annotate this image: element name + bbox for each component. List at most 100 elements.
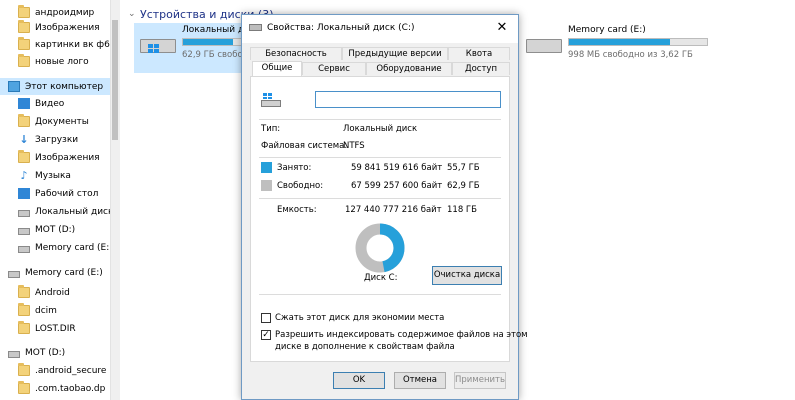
- compress-label[interactable]: Сжать этот диск для экономии места: [275, 313, 444, 323]
- sidebar-item-label: Memory card (E:): [35, 242, 110, 253]
- cancel-button[interactable]: Отмена: [394, 372, 446, 389]
- sidebar-item[interactable]: LOST.DIR: [0, 320, 110, 337]
- volume-name-input[interactable]: [315, 91, 501, 108]
- index-label-line2[interactable]: диске в дополнение к свойствам файла: [275, 342, 455, 352]
- sidebar-item[interactable]: Memory card (E:): [0, 239, 110, 256]
- properties-dialog: Свойства: Локальный диск (C:) ✕ Безопасн…: [241, 14, 528, 400]
- index-checkbox[interactable]: ✓: [261, 330, 271, 340]
- sidebar-item[interactable]: Изображения: [0, 149, 110, 166]
- sidebar-item-label: Видео: [35, 98, 65, 109]
- separator: [259, 119, 501, 120]
- chevron-down-icon[interactable]: ⌄: [128, 9, 136, 19]
- disk-label: Диск C:: [364, 273, 398, 283]
- sidebar-item[interactable]: ↓ Загрузки: [0, 131, 110, 148]
- folder-icon: [18, 37, 30, 50]
- dialog-titlebar[interactable]: Свойства: Локальный диск (C:) ✕: [242, 15, 518, 43]
- drive-icon: [249, 24, 262, 31]
- ok-button[interactable]: OK: [333, 372, 385, 389]
- tab-panel-general: Тип: Локальный диск Файловая система: NT…: [250, 76, 528, 362]
- folder-icon: [18, 285, 30, 298]
- documents-icon: [18, 114, 30, 127]
- close-icon[interactable]: ✕: [492, 19, 512, 37]
- type-label: Тип:: [261, 124, 281, 134]
- apply-button[interactable]: Применить: [454, 372, 506, 389]
- sidebar-item[interactable]: dcim: [0, 302, 110, 319]
- filesystem-value: NTFS: [343, 141, 365, 151]
- downloads-icon: ↓: [19, 133, 29, 146]
- sidebar-item[interactable]: новые лого: [0, 53, 110, 70]
- sidebar-item-label: dcim: [35, 305, 57, 316]
- sidebar-item-label: MOT (D:): [25, 347, 66, 358]
- separator: [259, 198, 501, 199]
- disk-usage-donut: [355, 223, 405, 273]
- sidebar-item[interactable]: MOT (D:): [0, 221, 110, 238]
- used-space-swatch: [261, 162, 272, 173]
- nav-scrollbar-thumb[interactable]: [112, 20, 118, 140]
- index-label-line1[interactable]: Разрешить индексировать содержимое файло…: [275, 330, 528, 340]
- sidebar-item[interactable]: .com.taobao.dp: [0, 380, 110, 397]
- sidebar-item[interactable]: Рабочий стол: [0, 185, 110, 202]
- sidebar-item[interactable]: .android_secure: [0, 362, 110, 379]
- folder-icon: [18, 363, 30, 376]
- sidebar-item[interactable]: ♪ Музыка: [0, 167, 110, 184]
- tab-security[interactable]: Безопасность: [250, 47, 342, 60]
- used-size: 55,7 ГБ: [447, 163, 480, 173]
- free-size: 62,9 ГБ: [447, 181, 480, 191]
- sidebar-item-label: картинки вк ф6: [35, 39, 110, 50]
- sidebar-item-label: .com.taobao.dp: [35, 383, 106, 394]
- sidebar-item[interactable]: Изображения: [0, 19, 110, 36]
- drive-icon: [526, 39, 562, 53]
- disk-cleanup-button[interactable]: Очистка диска: [432, 266, 502, 285]
- drive-usage-bar: [568, 38, 708, 46]
- sidebar-item-label: MOT (D:): [35, 224, 76, 235]
- computer-icon: [8, 81, 20, 92]
- sidebar-item-label: андроидмир: [35, 7, 95, 18]
- tab-previous-versions[interactable]: Предыдущие версии: [342, 47, 448, 60]
- compress-checkbox[interactable]: [261, 313, 271, 323]
- capacity-bytes: 127 440 777 216 байт: [345, 205, 442, 215]
- type-value: Локальный диск: [343, 124, 418, 134]
- sidebar-item[interactable]: Android: [0, 284, 110, 301]
- folder-icon: [18, 321, 30, 334]
- sidebar-item-label: Android: [35, 287, 70, 298]
- drive-icon: [8, 350, 20, 358]
- drive-icon: [8, 270, 20, 278]
- folder-icon: [18, 54, 30, 67]
- filesystem-label: Файловая система:: [261, 141, 348, 151]
- free-bytes: 67 599 257 600 байт: [351, 181, 443, 191]
- video-icon: [18, 98, 30, 109]
- tab-quota[interactable]: Квота: [448, 47, 510, 60]
- tab-sharing[interactable]: Доступ: [452, 62, 510, 75]
- sidebar-item[interactable]: Видео: [0, 95, 110, 112]
- folder-icon: [18, 303, 30, 316]
- used-bytes: 59 841 519 616 байт: [351, 163, 443, 173]
- sidebar-item-label: Memory card (E:): [25, 267, 103, 278]
- sidebar-item-label: LOST.DIR: [35, 323, 76, 334]
- free-label: Свободно:: [277, 181, 324, 191]
- navigation-pane: андроидмир Изображения картинки вк ф6 новые…: [0, 0, 120, 400]
- drive-icon: [18, 245, 30, 253]
- sidebar-item[interactable]: картинки вк ф6: [0, 36, 110, 53]
- local-disk-icon: [261, 93, 281, 107]
- drive-tile-e[interactable]: Memory card (E:) 998 МБ свободно из 3,62…: [520, 23, 720, 73]
- sidebar-item-label: Рабочий стол: [35, 188, 99, 199]
- sidebar-item-label: Изображения: [35, 22, 100, 33]
- capacity-size: 118 ГБ: [447, 205, 477, 215]
- sidebar-item-label: Музыка: [35, 170, 71, 181]
- sidebar-item[interactable]: Этот компьютер: [0, 78, 110, 95]
- folder-icon: [18, 381, 30, 394]
- sidebar-item-label: .android_secure: [35, 365, 107, 376]
- sidebar-item[interactable]: MOT (D:): [0, 344, 110, 361]
- tab-hardware[interactable]: Оборудование: [366, 62, 452, 75]
- drive-name: Memory card (E:): [568, 25, 646, 35]
- sidebar-item[interactable]: Локальный диск (: [0, 203, 110, 220]
- sidebar-item-label: Документы: [35, 116, 89, 127]
- sidebar-item-label: Загрузки: [35, 134, 79, 145]
- folder-icon: [18, 5, 30, 18]
- sidebar-item[interactable]: Документы: [0, 113, 110, 130]
- tab-general[interactable]: Общие: [252, 61, 302, 76]
- sidebar-item[interactable]: Memory card (E:): [0, 264, 110, 281]
- local-disk-icon: [18, 209, 30, 217]
- free-space-swatch: [261, 180, 272, 191]
- tab-service[interactable]: Сервис: [302, 62, 366, 75]
